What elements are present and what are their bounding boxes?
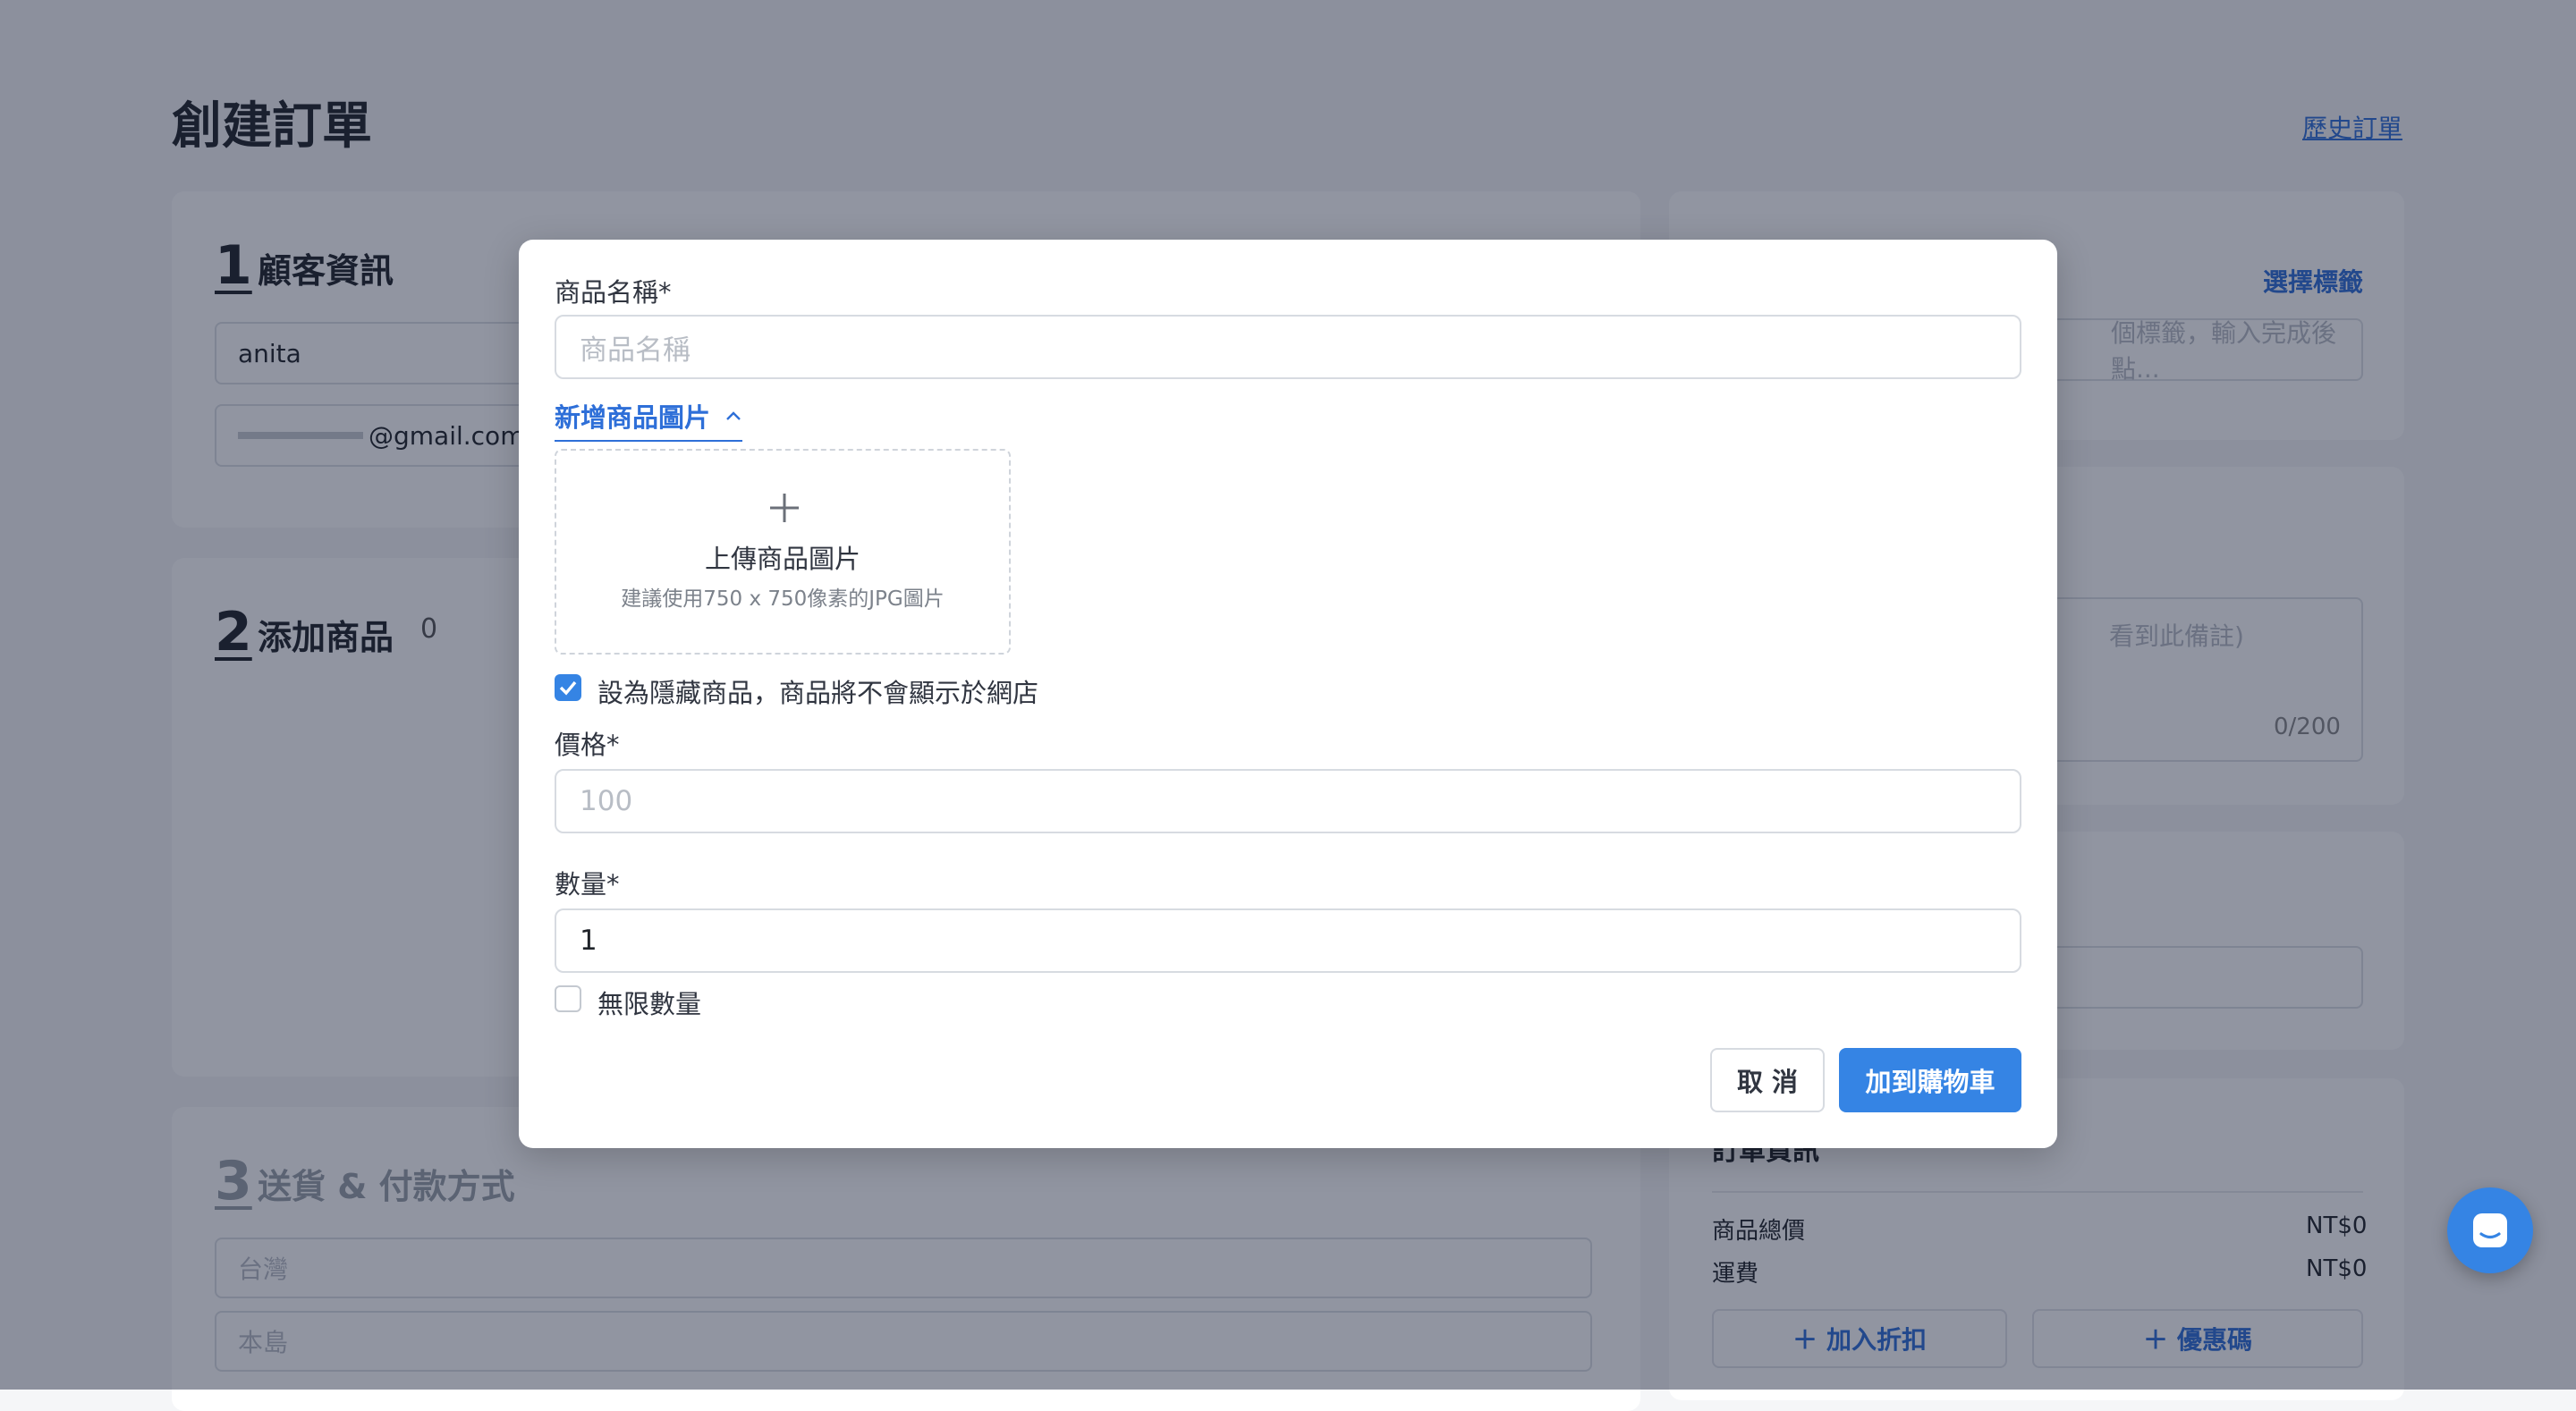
price-label-text: 價格 [555,730,607,760]
chat-icon [2473,1213,2507,1247]
upload-hint: 建議使用750 x 750像素的JPG圖片 [621,587,945,611]
required-mark: * [606,869,620,900]
plus-icon [770,494,799,522]
product-name-input[interactable]: 商品名稱 [555,315,2021,379]
price-label: 價格* [555,724,620,762]
quantity-label: 數量* [555,864,620,901]
required-mark: * [658,277,672,308]
check-icon [559,680,577,696]
hidden-product-label: 設為隱藏商品，商品將不會顯示於網店 [597,678,1039,708]
upload-title: 上傳商品圖片 [704,544,860,574]
chevron-up-icon [726,411,741,420]
product-name-placeholder: 商品名稱 [580,334,691,367]
chat-launcher-button[interactable] [2447,1187,2533,1273]
product-name-label-text: 商品名稱 [555,277,659,308]
add-to-cart-button[interactable]: 加到購物車 [1839,1048,2021,1112]
quantity-value: 1 [580,925,597,957]
hidden-product-checkbox[interactable] [555,674,581,701]
add-image-toggle-label: 新增商品圖片 [555,402,711,433]
required-mark: * [606,730,620,760]
price-input[interactable]: 100 [555,769,2021,833]
unlimited-quantity-label: 無限數量 [597,989,702,1019]
quantity-input[interactable]: 1 [555,908,2021,973]
product-name-label: 商品名稱* [555,272,672,309]
cancel-button[interactable]: 取 消 [1710,1048,1825,1112]
add-image-toggle[interactable]: 新增商品圖片 [555,397,743,442]
quantity-label-text: 數量 [555,869,607,900]
price-placeholder: 100 [580,785,633,817]
unlimited-quantity-checkbox[interactable] [555,985,581,1012]
add-product-modal: 商品名稱* 商品名稱 新增商品圖片 上傳商品圖片 建議使用750 x 750像素… [519,240,2057,1148]
image-upload-area[interactable]: 上傳商品圖片 建議使用750 x 750像素的JPG圖片 [555,449,1011,655]
